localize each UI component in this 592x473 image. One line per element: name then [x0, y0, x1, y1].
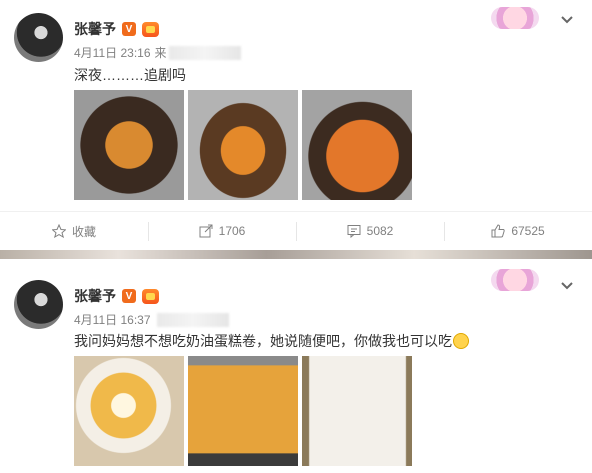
post-meta: 4月11日 16:37 — [74, 311, 229, 328]
thumbs-up-icon — [491, 224, 505, 238]
post-text: 我问妈妈想不想吃奶油蛋糕卷，她说随便吧，你做我也可以吃 — [74, 331, 469, 351]
post-date[interactable]: 4月11日 23:16 — [74, 44, 151, 61]
post-image-1[interactable] — [74, 356, 184, 466]
post-meta: 4月11日 23:16 来 — [74, 44, 241, 61]
post-text-content: 我问妈妈想不想吃奶油蛋糕卷，她说随便吧，你做我也可以吃 — [74, 333, 452, 349]
repost-button[interactable]: 1706 — [148, 212, 296, 250]
avatar[interactable] — [14, 13, 63, 62]
like-button[interactable]: 67525 — [444, 212, 592, 250]
weibo-post: 张馨予 V 4月11日 16:37 我问妈妈想不想吃奶油蛋糕卷，她说随便吧，你做… — [0, 259, 592, 473]
crown-badge-icon — [142, 288, 159, 304]
action-bar: 收藏 1706 5082 67525 — [0, 211, 592, 250]
favorite-button[interactable]: 收藏 — [0, 212, 148, 250]
verified-badge-icon: V — [122, 22, 136, 36]
repost-count: 1706 — [218, 224, 246, 238]
grin-emoji-icon — [453, 333, 469, 349]
favorite-label: 收藏 — [71, 224, 96, 239]
post-text: 深夜………追剧吗 — [74, 67, 186, 83]
post-header: 张馨予 V — [74, 286, 159, 306]
post-header: 张馨予 V — [74, 19, 159, 39]
chevron-down-icon[interactable] — [560, 12, 574, 26]
feed-divider — [0, 250, 592, 259]
source-prefix: 来 — [154, 46, 167, 60]
post-date[interactable]: 4月11日 16:37 — [74, 311, 151, 328]
share-icon — [199, 224, 213, 238]
post-image-3[interactable] — [302, 356, 412, 466]
decoration-card-icon — [491, 7, 539, 29]
blurred-source — [156, 312, 229, 327]
blurred-source — [168, 45, 241, 60]
verified-badge-icon: V — [122, 289, 136, 303]
like-count: 67525 — [511, 224, 545, 238]
comment-icon — [347, 224, 361, 239]
post-image-2[interactable] — [188, 356, 298, 466]
star-icon — [51, 223, 67, 239]
username[interactable]: 张馨予 — [74, 286, 116, 306]
post-image-3[interactable] — [302, 90, 412, 200]
weibo-post: 张馨予 V 4月11日 23:16 来 深夜………追剧吗 收藏 1706 508… — [0, 0, 592, 250]
crown-badge-icon — [142, 21, 159, 37]
post-image-2[interactable] — [188, 90, 298, 200]
username[interactable]: 张馨予 — [74, 19, 116, 39]
comment-count: 5082 — [366, 224, 394, 238]
chevron-down-icon[interactable] — [560, 278, 574, 292]
comment-button[interactable]: 5082 — [296, 212, 444, 250]
post-image-1[interactable] — [74, 90, 184, 200]
avatar[interactable] — [14, 280, 63, 329]
decoration-card-icon — [491, 269, 539, 291]
